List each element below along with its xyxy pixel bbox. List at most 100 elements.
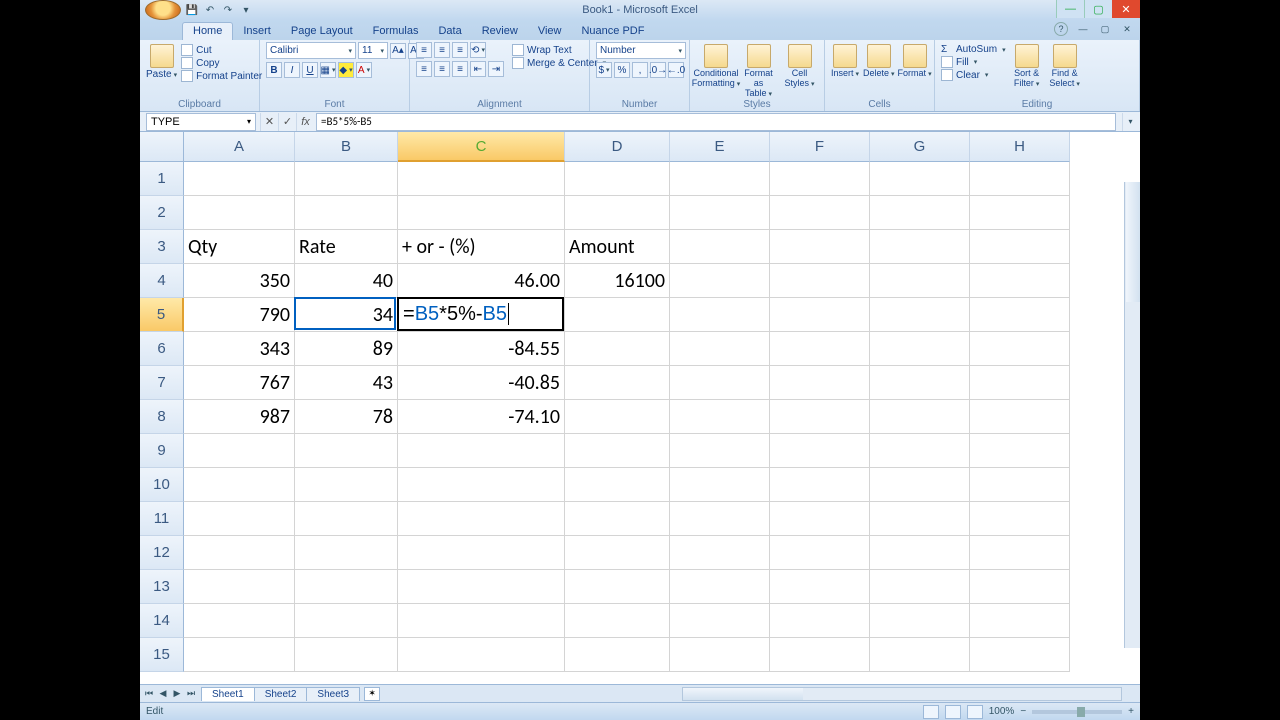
cell-D1[interactable]	[565, 162, 670, 196]
conditional-formatting-button[interactable]: Conditional Formatting	[696, 42, 736, 89]
view-pagebreak-button[interactable]	[967, 705, 983, 719]
tab-page-layout[interactable]: Page Layout	[281, 23, 363, 40]
bold-button[interactable]: B	[266, 62, 282, 78]
tab-insert[interactable]: Insert	[233, 23, 281, 40]
cell-D5[interactable]	[565, 298, 670, 332]
align-center-button[interactable]: ≡	[434, 61, 450, 77]
view-layout-button[interactable]	[945, 705, 961, 719]
tab-home[interactable]: Home	[182, 22, 233, 40]
cell-E14[interactable]	[670, 604, 770, 638]
col-header-F[interactable]: F	[770, 132, 870, 162]
help-icon[interactable]: ?	[1054, 22, 1068, 36]
sheet-nav-next-icon[interactable]: ▶	[170, 687, 184, 701]
cell-A9[interactable]	[184, 434, 295, 468]
tab-review[interactable]: Review	[472, 23, 528, 40]
align-middle-button[interactable]: ≡	[434, 42, 450, 58]
cell-A7[interactable]: 767	[184, 366, 295, 400]
zoom-slider[interactable]	[1032, 710, 1122, 714]
horizontal-scrollbar[interactable]	[682, 687, 1122, 701]
name-box[interactable]: TYPE▾	[146, 113, 256, 131]
cell-D8[interactable]	[565, 400, 670, 434]
grow-font-button[interactable]: A▴	[390, 43, 406, 59]
row-header-10[interactable]: 10	[140, 468, 184, 502]
tab-formulas[interactable]: Formulas	[363, 23, 429, 40]
cell-D10[interactable]	[565, 468, 670, 502]
cell-F2[interactable]	[770, 196, 870, 230]
border-button[interactable]: ▦	[320, 62, 336, 78]
cell-D12[interactable]	[565, 536, 670, 570]
zoom-out-button[interactable]: −	[1020, 706, 1026, 717]
qat-redo-icon[interactable]: ↷	[221, 3, 235, 17]
copy-button[interactable]: Copy	[181, 57, 262, 69]
cell-E6[interactable]	[670, 332, 770, 366]
cell-B3[interactable]: Rate	[295, 230, 398, 264]
cell-F5[interactable]	[770, 298, 870, 332]
cell-A10[interactable]	[184, 468, 295, 502]
formula-bar-expand-button[interactable]: ▾	[1122, 113, 1138, 131]
col-header-A[interactable]: A	[184, 132, 295, 162]
enter-formula-button[interactable]: ✓	[278, 113, 296, 131]
fill-color-button[interactable]: ◆	[338, 62, 354, 78]
cell-A5[interactable]: 790	[184, 298, 295, 332]
cell-B13[interactable]	[295, 570, 398, 604]
cell-F11[interactable]	[770, 502, 870, 536]
row-header-14[interactable]: 14	[140, 604, 184, 638]
cell-F4[interactable]	[770, 264, 870, 298]
cell-C10[interactable]	[398, 468, 565, 502]
row-header-2[interactable]: 2	[140, 196, 184, 230]
cell-G7[interactable]	[870, 366, 970, 400]
doc-close-icon[interactable]: ✕	[1120, 22, 1134, 36]
paste-button[interactable]: Paste	[146, 42, 177, 80]
sheet-nav-prev-icon[interactable]: ◀	[156, 687, 170, 701]
indent-dec-button[interactable]: ⇤	[470, 61, 486, 77]
cell-D3[interactable]: Amount	[565, 230, 670, 264]
col-header-B[interactable]: B	[295, 132, 398, 162]
sheet-nav-last-icon[interactable]: ⏭	[184, 687, 198, 701]
number-format-select[interactable]: Number	[596, 42, 686, 59]
col-header-G[interactable]: G	[870, 132, 970, 162]
row-header-9[interactable]: 9	[140, 434, 184, 468]
sheet-tab-sheet1[interactable]: Sheet1	[201, 687, 255, 701]
cell-G12[interactable]	[870, 536, 970, 570]
cell-D7[interactable]	[565, 366, 670, 400]
cell-E11[interactable]	[670, 502, 770, 536]
office-button[interactable]	[145, 0, 181, 20]
sheet-tab-sheet2[interactable]: Sheet2	[254, 687, 308, 701]
cell-E10[interactable]	[670, 468, 770, 502]
window-close-button[interactable]: ✕	[1112, 0, 1140, 18]
row-header-7[interactable]: 7	[140, 366, 184, 400]
cell-C4[interactable]: 46.00	[398, 264, 565, 298]
cell-A15[interactable]	[184, 638, 295, 672]
cell-D15[interactable]	[565, 638, 670, 672]
cell-D14[interactable]	[565, 604, 670, 638]
cell-A14[interactable]	[184, 604, 295, 638]
cell-C2[interactable]	[398, 196, 565, 230]
cell-C6[interactable]: -84.55	[398, 332, 565, 366]
cell-G11[interactable]	[870, 502, 970, 536]
col-header-E[interactable]: E	[670, 132, 770, 162]
italic-button[interactable]: I	[284, 62, 300, 78]
cell-H1[interactable]	[970, 162, 1070, 196]
format-cells-button[interactable]: Format	[899, 42, 931, 79]
cell-B1[interactable]	[295, 162, 398, 196]
tab-data[interactable]: Data	[428, 23, 471, 40]
col-header-C[interactable]: C	[398, 132, 565, 162]
row-header-1[interactable]: 1	[140, 162, 184, 196]
autosum-button[interactable]: Σ AutoSum	[941, 44, 1006, 55]
cell-G8[interactable]	[870, 400, 970, 434]
cell-H6[interactable]	[970, 332, 1070, 366]
cell-B2[interactable]	[295, 196, 398, 230]
cell-F7[interactable]	[770, 366, 870, 400]
cell-B5[interactable]: 34	[295, 298, 398, 332]
cell-D6[interactable]	[565, 332, 670, 366]
cell-A2[interactable]	[184, 196, 295, 230]
cell-C11[interactable]	[398, 502, 565, 536]
currency-button[interactable]: $	[596, 62, 612, 78]
cell-H11[interactable]	[970, 502, 1070, 536]
cell-C3[interactable]: + or - (%)	[398, 230, 565, 264]
cell-E15[interactable]	[670, 638, 770, 672]
cell-A3[interactable]: Qty	[184, 230, 295, 264]
cell-A6[interactable]: 343	[184, 332, 295, 366]
vertical-scrollbar[interactable]	[1124, 182, 1140, 648]
cell-D13[interactable]	[565, 570, 670, 604]
